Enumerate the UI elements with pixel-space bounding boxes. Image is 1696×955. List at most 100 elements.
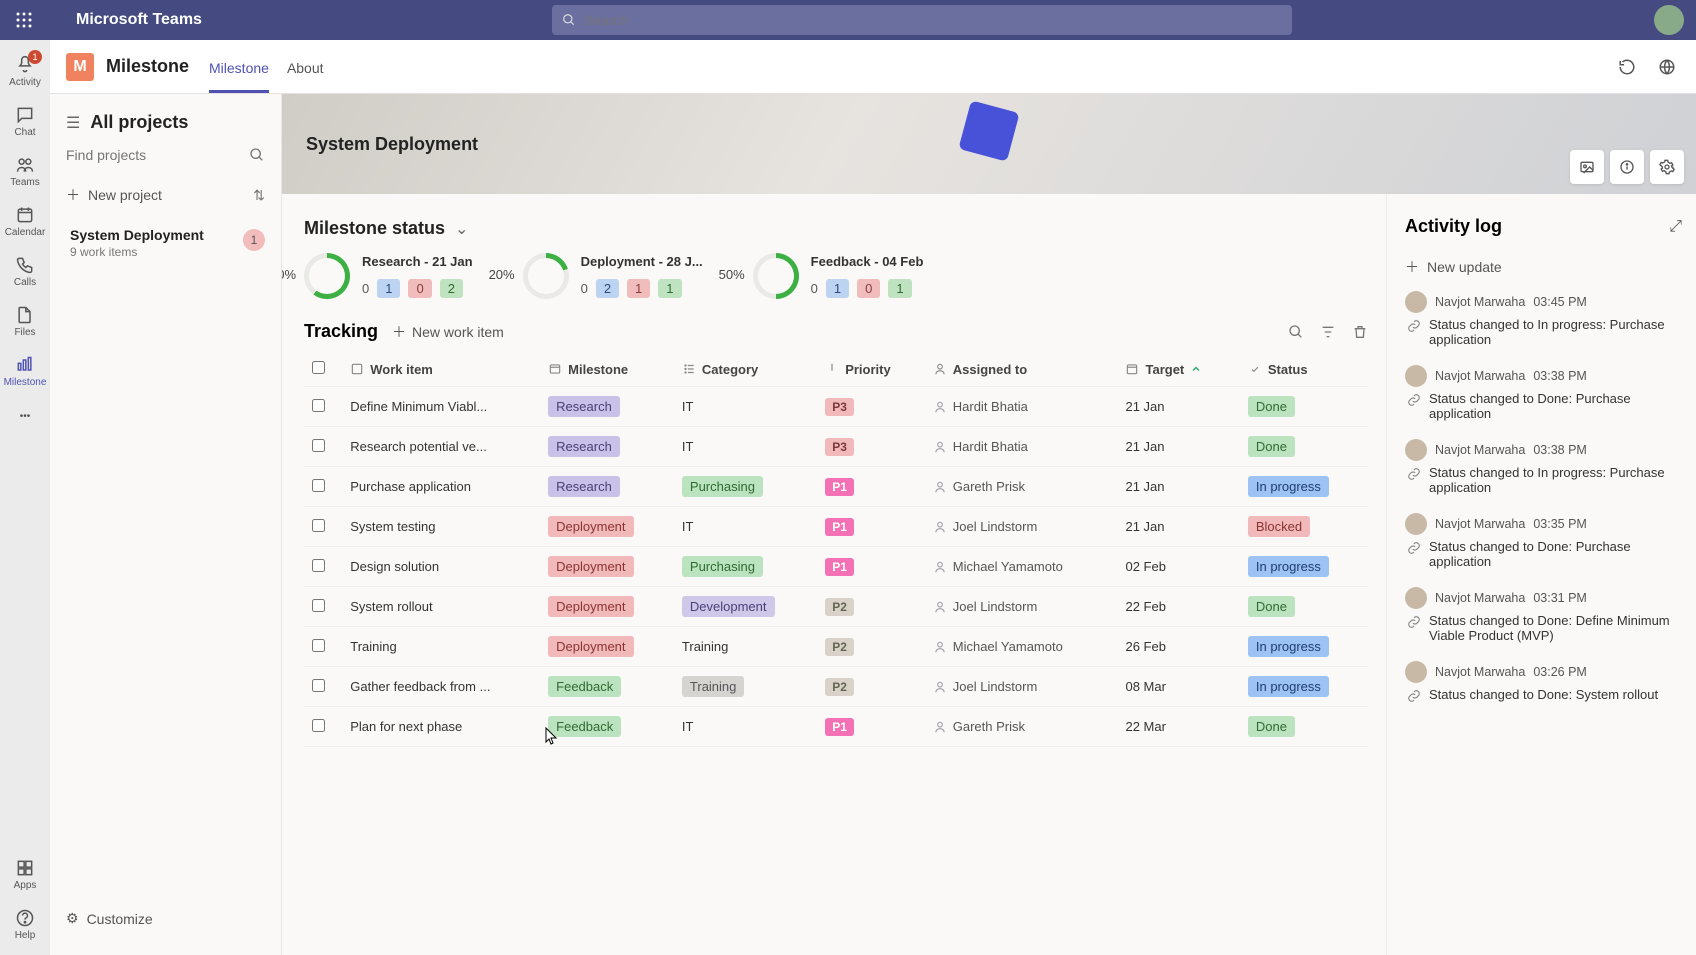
activity-item[interactable]: Navjot Marwaha 03:31 PM Status changed t… — [1405, 587, 1676, 643]
category-pill: Purchasing — [682, 476, 763, 497]
table-row[interactable]: Gather feedback from ... Feedback Traini… — [304, 667, 1368, 707]
work-item-name: System testing — [342, 507, 540, 547]
table-search-icon[interactable] — [1288, 324, 1304, 340]
activity-title: Activity log — [1405, 216, 1502, 237]
row-checkbox[interactable] — [312, 599, 325, 612]
banner-image-button[interactable] — [1570, 150, 1604, 184]
row-checkbox[interactable] — [312, 479, 325, 492]
rail-milestone[interactable]: Milestone — [0, 346, 50, 396]
new-work-item-button[interactable]: ＋ New work item — [392, 322, 504, 342]
target-date: 21 Jan — [1117, 467, 1239, 507]
count-chip: 2 — [440, 279, 463, 298]
priority-pill: P2 — [825, 678, 854, 696]
table-row[interactable]: Design solution Deployment Purchasing P1… — [304, 547, 1368, 587]
table-row[interactable]: Purchase application Research Purchasing… — [304, 467, 1368, 507]
row-checkbox[interactable] — [312, 639, 325, 652]
table-row[interactable]: Research potential ve... Research IT P3 … — [304, 427, 1368, 467]
activity-item[interactable]: Navjot Marwaha 03:35 PM Status changed t… — [1405, 513, 1676, 569]
activity-text: Status changed to Done: Purchase applica… — [1429, 391, 1676, 421]
sort-icon[interactable]: ⇅ — [253, 187, 265, 204]
project-item[interactable]: System Deployment9 work items1 — [66, 215, 265, 271]
milestone-pill: Feedback — [548, 716, 621, 737]
filter-icon[interactable] — [1320, 324, 1336, 340]
select-all-checkbox[interactable] — [312, 361, 325, 374]
progress-percent: 20% — [489, 267, 515, 282]
milestone-status-header[interactable]: Milestone status ⌄ — [304, 218, 1368, 239]
column-header[interactable]: Milestone — [540, 352, 674, 387]
banner-settings-button[interactable] — [1650, 150, 1684, 184]
milestone-card[interactable]: 60% Research - 21 Jan 0 1 0 2 — [304, 253, 473, 299]
assigned-name: Michael Yamamoto — [953, 559, 1063, 574]
new-project-button[interactable]: ＋ New project ⇅ — [66, 175, 265, 215]
project-name: System Deployment — [70, 227, 261, 243]
row-checkbox[interactable] — [312, 719, 325, 732]
customize-button[interactable]: ⚙ Customize — [66, 900, 265, 937]
app-launcher-icon[interactable] — [12, 8, 36, 32]
link-icon — [1407, 615, 1421, 643]
find-projects-input[interactable] — [66, 147, 249, 163]
table-row[interactable]: System testing Deployment IT P1 Joel Lin… — [304, 507, 1368, 547]
status-pill: Blocked — [1248, 516, 1310, 537]
milestone-pill: Deployment — [548, 596, 633, 617]
rail-calls[interactable]: Calls — [0, 246, 50, 296]
row-checkbox[interactable] — [312, 679, 325, 692]
rail-activity[interactable]: Activity1 — [0, 46, 50, 96]
column-header[interactable]: Work item — [342, 352, 540, 387]
column-header[interactable]: Priority — [817, 352, 925, 387]
column-header[interactable]: Category — [674, 352, 817, 387]
global-search[interactable] — [552, 5, 1292, 35]
table-row[interactable]: Training Deployment Training P2 Michael … — [304, 627, 1368, 667]
target-date: 22 Feb — [1117, 587, 1239, 627]
rail-help[interactable]: Help — [0, 899, 50, 949]
teams-icon — [15, 155, 35, 175]
search-icon[interactable] — [249, 147, 265, 163]
hamburger-icon[interactable]: ☰ — [66, 113, 80, 133]
activity-item[interactable]: Navjot Marwaha 03:38 PM Status changed t… — [1405, 439, 1676, 495]
rail-label: Help — [15, 930, 36, 941]
row-checkbox[interactable] — [312, 439, 325, 452]
milestone-card[interactable]: 20% Deployment - 28 J... 0 2 1 1 — [523, 253, 703, 299]
milestone-pill: Deployment — [548, 636, 633, 657]
count-chip: 1 — [377, 279, 400, 298]
rail-files[interactable]: Files — [0, 296, 50, 346]
row-checkbox[interactable] — [312, 399, 325, 412]
column-icon — [1125, 362, 1139, 376]
column-header[interactable]: Assigned to — [925, 352, 1118, 387]
tab-about[interactable]: About — [287, 60, 324, 93]
new-update-button[interactable]: ＋ New update — [1405, 247, 1682, 291]
column-header[interactable]: Target — [1117, 352, 1239, 387]
status-pill: Done — [1248, 596, 1295, 617]
progress-percent: 60% — [282, 267, 296, 282]
activity-item[interactable]: Navjot Marwaha 03:26 PM Status changed t… — [1405, 661, 1676, 703]
milestone-card[interactable]: 50% Feedback - 04 Feb 0 1 0 1 — [753, 253, 924, 299]
globe-icon[interactable] — [1654, 54, 1680, 80]
tracking-column: Milestone status ⌄ 60% Research - 21 Jan… — [282, 194, 1386, 955]
rail-apps[interactable]: Apps — [0, 849, 50, 899]
banner-info-button[interactable] — [1610, 150, 1644, 184]
tab-milestone[interactable]: Milestone — [209, 60, 269, 93]
expand-icon[interactable]: ⤢ — [1669, 218, 1682, 236]
me-avatar[interactable] — [1654, 5, 1684, 35]
link-icon — [1407, 467, 1421, 495]
global-search-input[interactable] — [584, 12, 1282, 28]
activity-item[interactable]: Navjot Marwaha 03:38 PM Status changed t… — [1405, 365, 1676, 421]
rail-more[interactable]: ••• — [0, 396, 50, 436]
rail-teams[interactable]: Teams — [0, 146, 50, 196]
activity-item[interactable]: Navjot Marwaha 03:45 PM Status changed t… — [1405, 291, 1676, 347]
project-banner: System Deployment — [282, 94, 1696, 194]
table-row[interactable]: Plan for next phase Feedback IT P1 Garet… — [304, 707, 1368, 747]
table-row[interactable]: System rollout Deployment Development P2… — [304, 587, 1368, 627]
row-checkbox[interactable] — [312, 559, 325, 572]
row-checkbox[interactable] — [312, 519, 325, 532]
table-row[interactable]: Define Minimum Viabl... Research IT P3 H… — [304, 387, 1368, 427]
rail-label: Chat — [14, 127, 35, 138]
activity-who: Navjot Marwaha — [1435, 591, 1525, 605]
rail-calendar[interactable]: Calendar — [0, 196, 50, 246]
brand-label: Microsoft Teams — [76, 11, 202, 29]
rail-chat[interactable]: Chat — [0, 96, 50, 146]
refresh-icon[interactable] — [1614, 54, 1640, 80]
column-header[interactable]: Status — [1240, 352, 1368, 387]
delete-icon[interactable] — [1352, 324, 1368, 340]
column-icon — [682, 362, 696, 376]
rail-label: Activity — [9, 77, 41, 88]
